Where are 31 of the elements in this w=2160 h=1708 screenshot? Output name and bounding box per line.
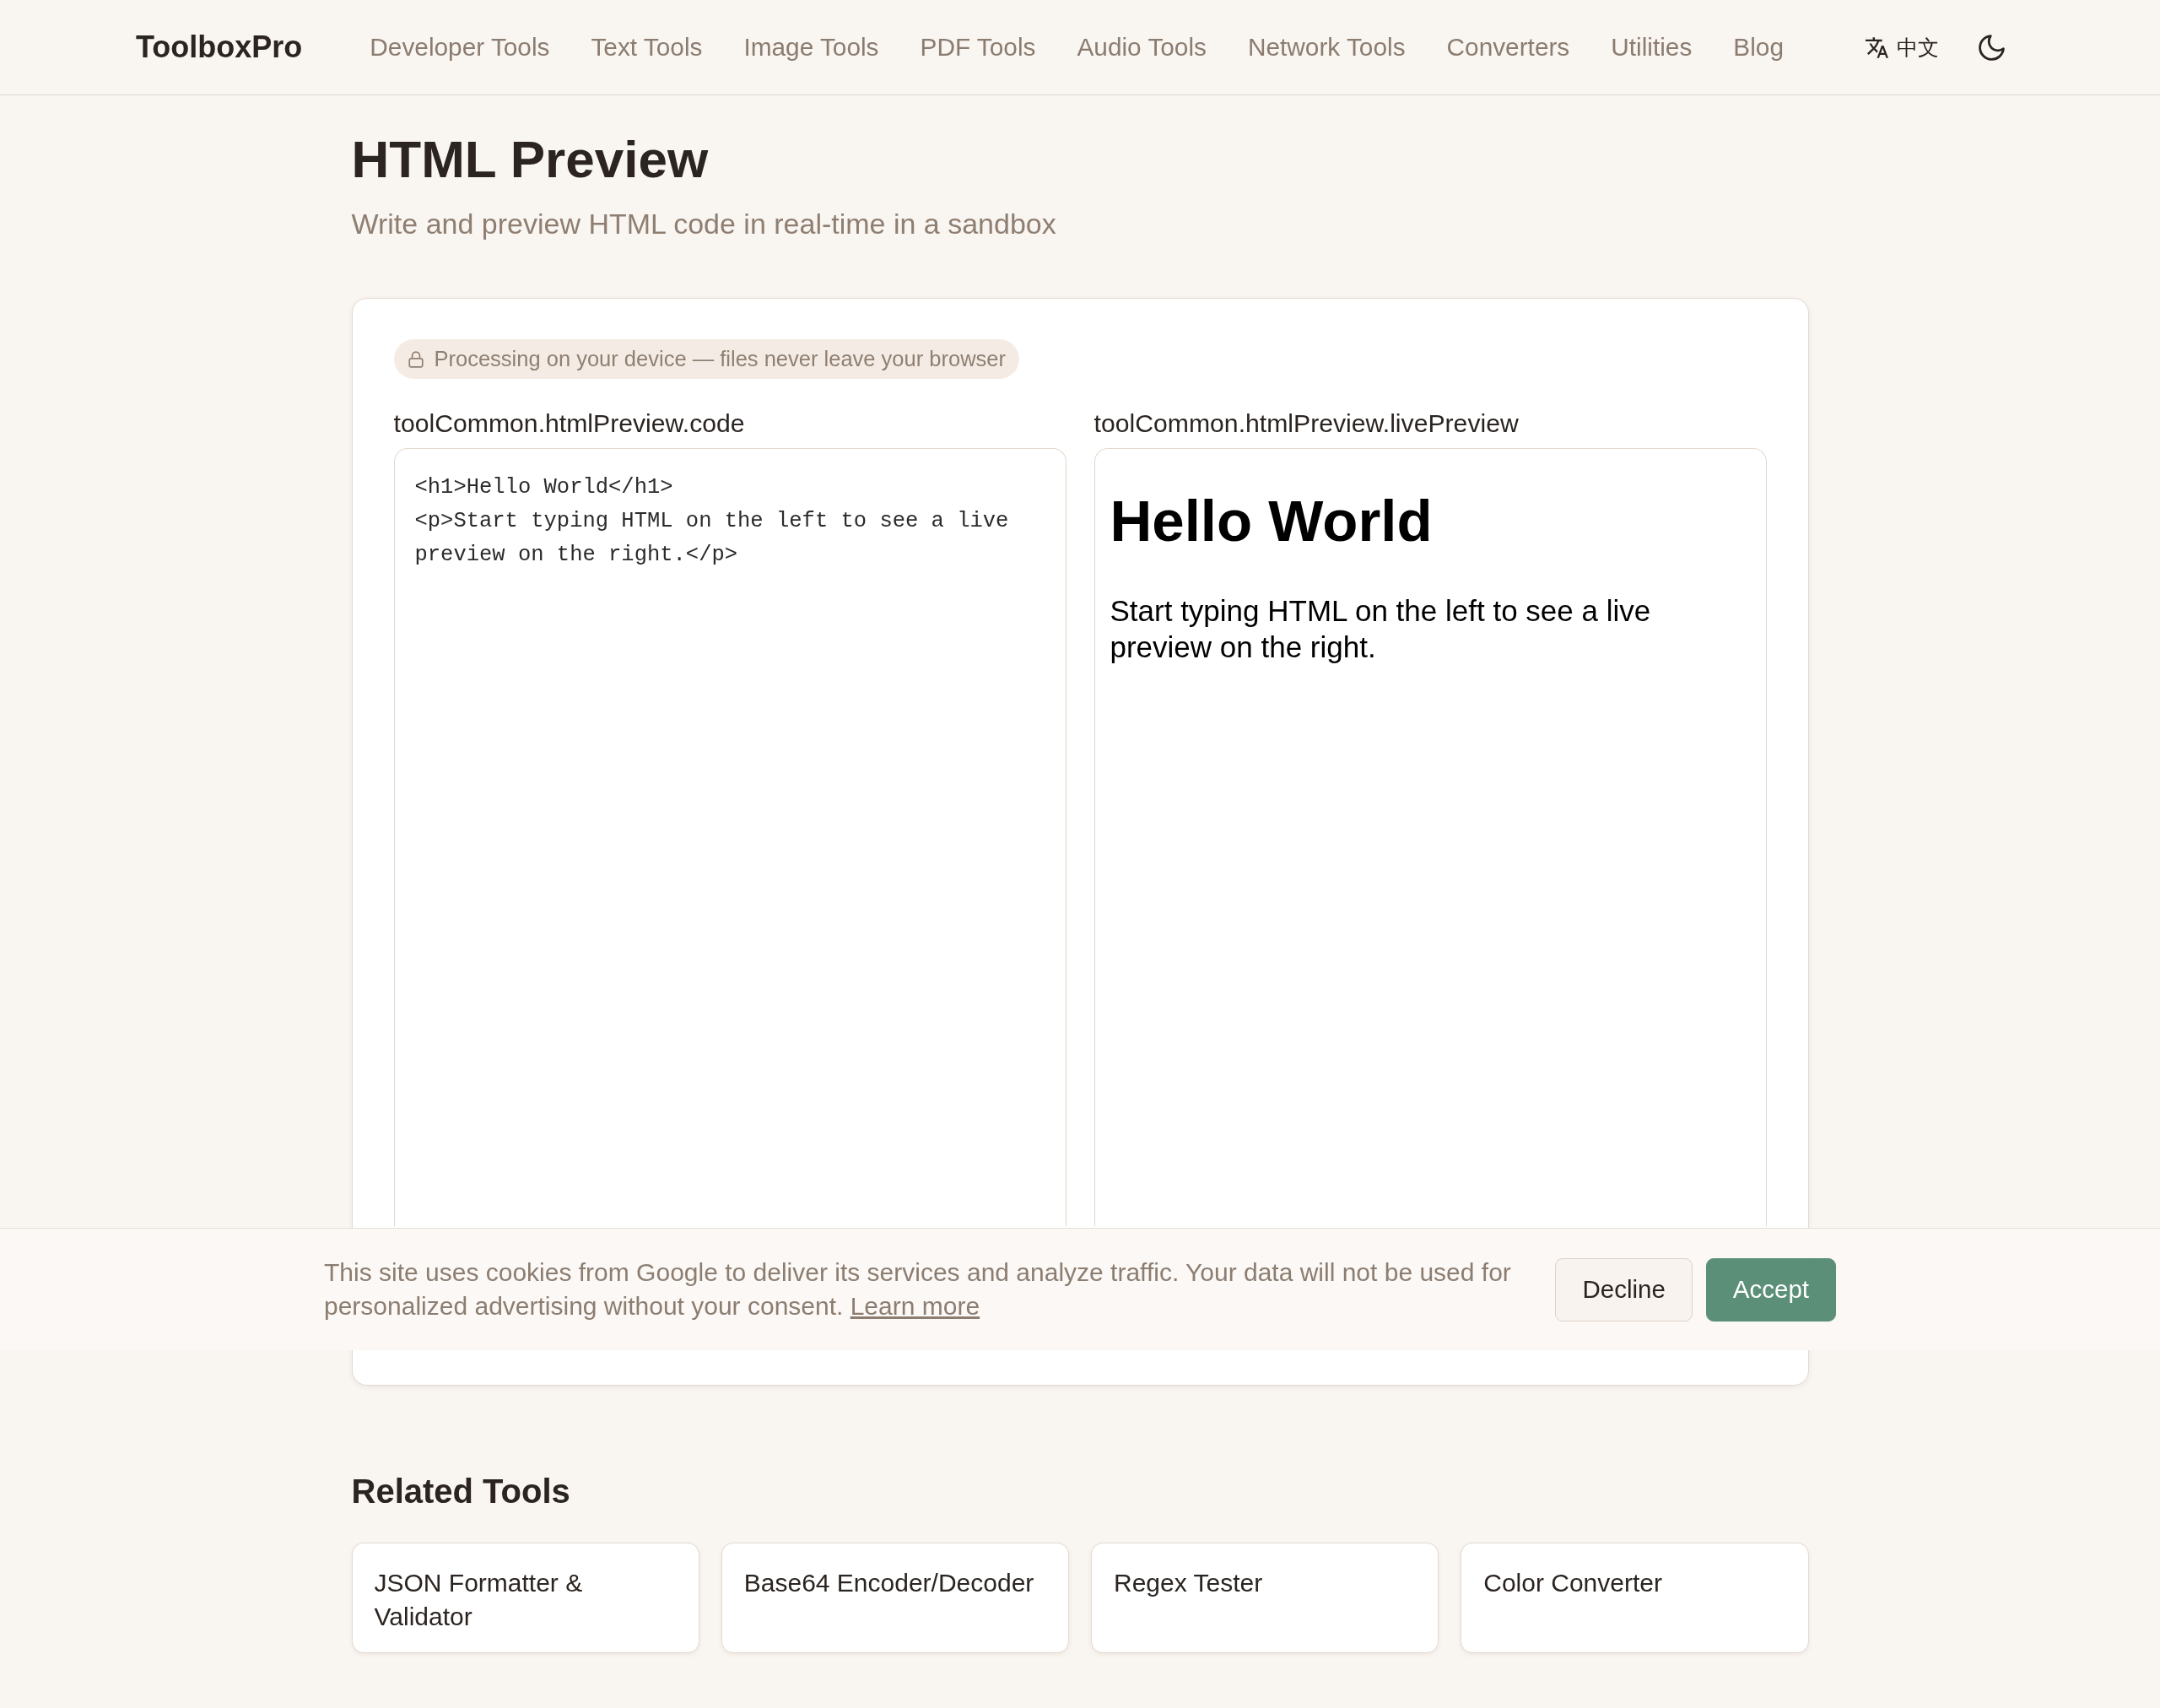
nav-link[interactable]: Utilities xyxy=(1611,32,1693,62)
privacy-badge-text: Processing on your device — files never leave your browser xyxy=(434,346,1006,373)
nav-link[interactable]: PDF Tools xyxy=(920,32,1036,62)
cookie-notice: This site uses cookies from Google to deliver its services and analyze traffic. Your data will not be used for personalized advertising without your consent. Learn more xyxy=(324,1257,1512,1322)
accept-button[interactable]: Accept xyxy=(1705,1257,1836,1322)
editor-label: toolCommon.htmlPreview.code xyxy=(393,408,746,438)
related-tool-card[interactable]: Base64 Encoder/Decoder xyxy=(721,1543,1069,1653)
code-editor[interactable]: <h1>Hello World</h1> <p>Start typing HTML on the left to see a live preview on the right.</p> xyxy=(393,448,1066,1226)
preview-heading: Hello World xyxy=(1110,488,1433,555)
related-tools-heading: Related Tools xyxy=(351,1472,571,1511)
nav-link[interactable]: Audio Tools xyxy=(1077,32,1207,62)
nav-link[interactable]: Image Tools xyxy=(743,32,879,62)
nav-link[interactable]: Converters xyxy=(1446,32,1570,62)
nav-link[interactable]: Developer Tools xyxy=(370,32,550,62)
moon-icon[interactable] xyxy=(1979,34,2005,61)
brand-link[interactable]: ToolboxPro xyxy=(136,29,303,66)
language-button[interactable]: 中文 xyxy=(1866,34,1939,61)
related-tool-card[interactable]: JSON Formatter & Validator xyxy=(351,1543,699,1653)
decline-button[interactable]: Decline xyxy=(1555,1257,1693,1322)
nav-link[interactable]: Text Tools xyxy=(591,32,703,62)
nav-link[interactable]: Network Tools xyxy=(1247,32,1406,62)
related-tool-card[interactable]: Regex Tester xyxy=(1091,1543,1439,1653)
related-tool-card[interactable]: Color Converter xyxy=(1461,1543,1809,1653)
preview-paragraph: Start typing HTML on the left to see a live preview on the right. xyxy=(1110,593,1652,665)
page-subtitle: Write and preview HTML code in real-time in a sandbox xyxy=(351,207,1057,241)
nav-link[interactable]: Blog xyxy=(1733,32,1784,62)
learn-more-link[interactable]: Learn more xyxy=(850,1292,980,1320)
preview-label: toolCommon.htmlPreview.livePreview xyxy=(1094,408,1520,438)
page-title: HTML Preview xyxy=(351,129,710,190)
translate-icon xyxy=(1866,36,1888,58)
lock-icon xyxy=(408,350,424,368)
